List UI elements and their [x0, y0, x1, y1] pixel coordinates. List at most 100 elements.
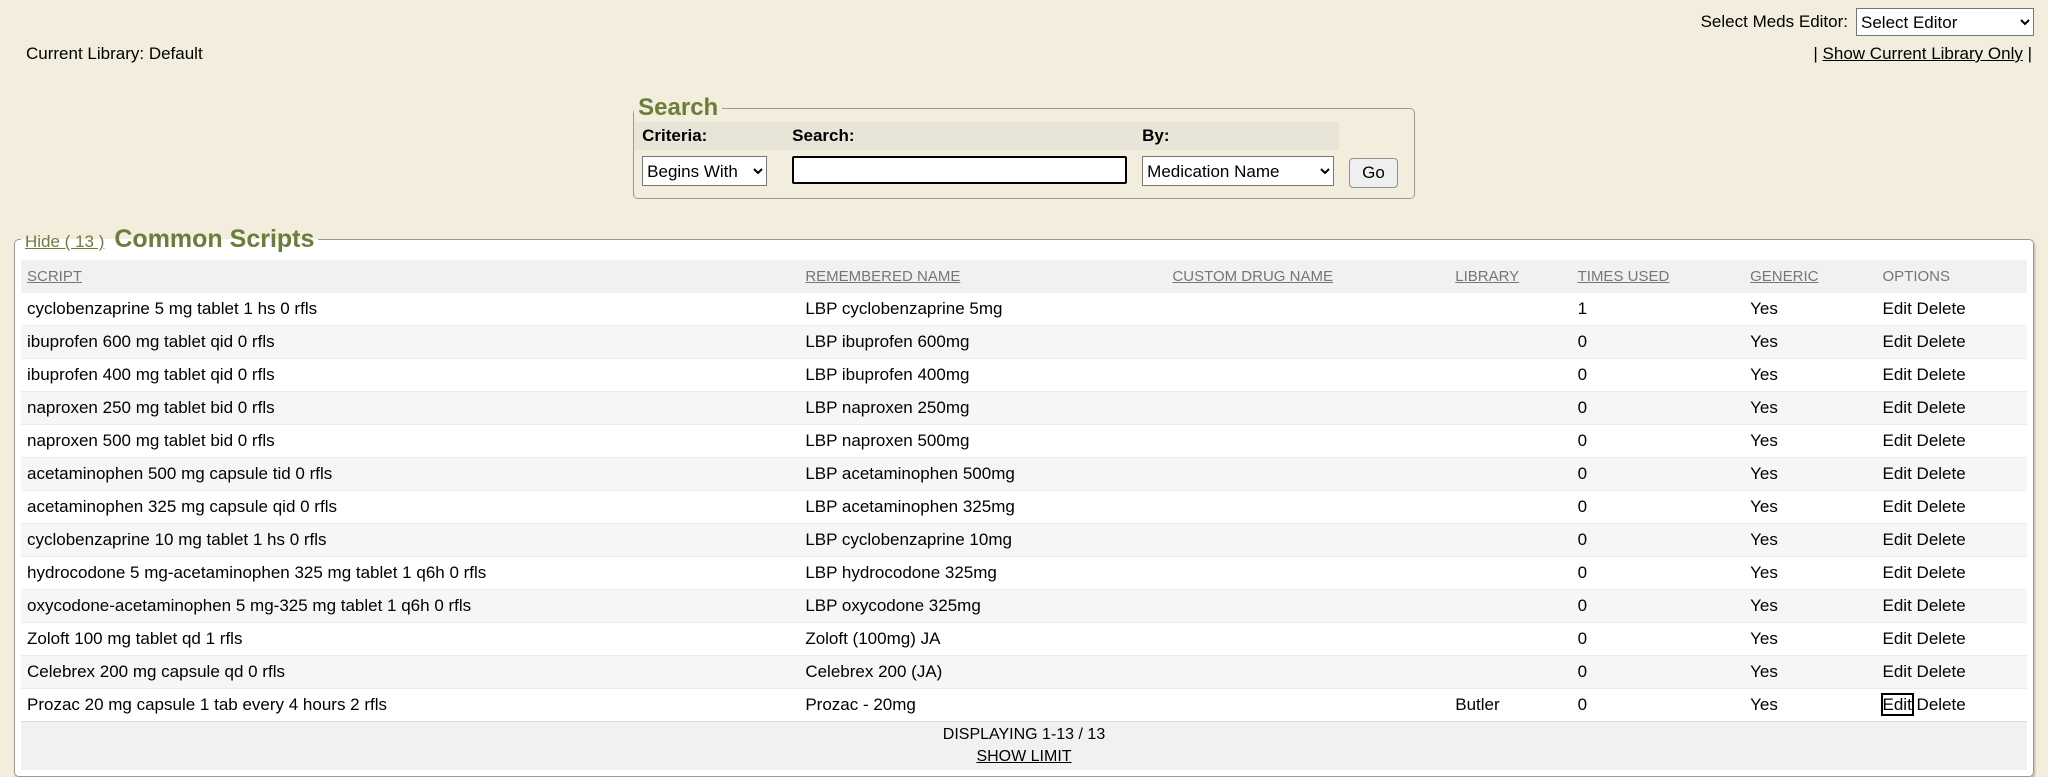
edit-link[interactable]: Edit — [1883, 398, 1912, 417]
cell-remembered-name: LBP ibuprofen 400mg — [799, 359, 1166, 392]
meds-editor-select[interactable]: Select Editor — [1856, 8, 2034, 36]
show-current-library-link[interactable]: Show Current Library Only — [1823, 44, 2023, 63]
delete-link[interactable]: Delete — [1917, 332, 1966, 351]
cell-times-used: 0 — [1572, 491, 1745, 524]
cell-generic: Yes — [1744, 557, 1876, 590]
cell-library — [1449, 458, 1571, 491]
cell-script: naproxen 500 mg tablet bid 0 rfls — [21, 425, 799, 458]
edit-link[interactable]: Edit — [1883, 497, 1912, 516]
edit-link[interactable]: Edit — [1883, 431, 1912, 450]
cell-options: Edit Delete — [1877, 425, 2027, 458]
cell-generic: Yes — [1744, 491, 1876, 524]
cell-generic: Yes — [1744, 326, 1876, 359]
cell-options: Edit Delete — [1877, 590, 2027, 623]
delete-link[interactable]: Delete — [1917, 497, 1966, 516]
go-button[interactable]: Go — [1349, 158, 1398, 188]
edit-link[interactable]: Edit — [1883, 662, 1912, 681]
delete-link[interactable]: Delete — [1917, 596, 1966, 615]
cell-custom-drug-name — [1166, 623, 1449, 656]
sort-link-times-used[interactable]: TIMES USED — [1578, 268, 1670, 285]
go-label-spacer — [1339, 122, 1406, 150]
cell-script: Zoloft 100 mg tablet qd 1 rfls — [21, 623, 799, 656]
cell-remembered-name: LBP cyclobenzaprine 5mg — [799, 293, 1166, 326]
search-form: Criteria: Search: By: Begins With Medica… — [634, 122, 1406, 190]
edit-link[interactable]: Edit — [1883, 596, 1912, 615]
delete-link[interactable]: Delete — [1917, 695, 1966, 714]
cell-script: Prozac 20 mg capsule 1 tab every 4 hours… — [21, 689, 799, 722]
delete-link[interactable]: Delete — [1917, 365, 1966, 384]
cell-library — [1449, 326, 1571, 359]
show-limit-link[interactable]: SHOW LIMIT — [976, 748, 1071, 765]
cell-options: Edit Delete — [1877, 491, 2027, 524]
hide-link[interactable]: Hide ( 13 ) — [25, 232, 104, 251]
criteria-select[interactable]: Begins With — [642, 156, 767, 186]
by-cell: Medication Name — [1134, 150, 1339, 190]
cell-remembered-name: LBP naproxen 250mg — [799, 392, 1166, 425]
edit-link[interactable]: Edit — [1883, 629, 1912, 648]
cell-remembered-name: LBP ibuprofen 600mg — [799, 326, 1166, 359]
cell-custom-drug-name — [1166, 359, 1449, 392]
cell-script: ibuprofen 400 mg tablet qid 0 rfls — [21, 359, 799, 392]
cell-options: Edit Delete — [1877, 326, 2027, 359]
delete-link[interactable]: Delete — [1917, 464, 1966, 483]
edit-link[interactable]: Edit — [1883, 563, 1912, 582]
search-input[interactable] — [792, 156, 1127, 184]
cell-times-used: 0 — [1572, 326, 1745, 359]
cell-generic: Yes — [1744, 392, 1876, 425]
cell-custom-drug-name — [1166, 590, 1449, 623]
cell-options: Edit Delete — [1877, 524, 2027, 557]
edit-link[interactable]: Edit — [1883, 332, 1912, 351]
edit-link[interactable]: Edit — [1883, 695, 1912, 714]
sort-link-library[interactable]: LIBRARY — [1455, 268, 1519, 285]
delete-link[interactable]: Delete — [1917, 398, 1966, 417]
cell-library — [1449, 392, 1571, 425]
by-label: By: — [1134, 122, 1339, 150]
cell-times-used: 0 — [1572, 425, 1745, 458]
sort-link-script[interactable]: SCRIPT — [27, 268, 82, 285]
cell-custom-drug-name — [1166, 425, 1449, 458]
cell-generic: Yes — [1744, 359, 1876, 392]
cell-remembered-name: LBP cyclobenzaprine 10mg — [799, 524, 1166, 557]
cell-times-used: 1 — [1572, 293, 1745, 326]
cell-times-used: 0 — [1572, 590, 1745, 623]
column-header-times-used: TIMES USED — [1572, 260, 1745, 293]
sort-link-remembered-name[interactable]: REMEMBERED NAME — [805, 268, 960, 285]
cell-library — [1449, 623, 1571, 656]
table-row: oxycodone-acetaminophen 5 mg-325 mg tabl… — [21, 590, 2027, 623]
edit-link[interactable]: Edit — [1883, 365, 1912, 384]
table-body: cyclobenzaprine 5 mg tablet 1 hs 0 rflsL… — [21, 293, 2027, 722]
column-header-remembered-name: REMEMBERED NAME — [799, 260, 1166, 293]
column-header-library: LIBRARY — [1449, 260, 1571, 293]
cell-library — [1449, 491, 1571, 524]
library-row: Current Library: Default | Show Current … — [0, 44, 2048, 64]
cell-script: acetaminophen 325 mg capsule qid 0 rfls — [21, 491, 799, 524]
edit-link[interactable]: Edit — [1883, 530, 1912, 549]
table-row: acetaminophen 325 mg capsule qid 0 rflsL… — [21, 491, 2027, 524]
cell-script: oxycodone-acetaminophen 5 mg-325 mg tabl… — [21, 590, 799, 623]
cell-remembered-name: LBP naproxen 500mg — [799, 425, 1166, 458]
delete-link[interactable]: Delete — [1917, 299, 1966, 318]
cell-generic: Yes — [1744, 689, 1876, 722]
search-fieldset: Search Criteria: Search: By: Begins With… — [633, 94, 1415, 199]
meds-editor-row: Select Meds Editor: Select Editor — [0, 8, 2048, 36]
sort-link-generic[interactable]: GENERIC — [1750, 268, 1818, 285]
table-row: Prozac 20 mg capsule 1 tab every 4 hours… — [21, 689, 2027, 722]
cell-options: Edit Delete — [1877, 557, 2027, 590]
edit-link[interactable]: Edit — [1883, 299, 1912, 318]
delete-link[interactable]: Delete — [1917, 563, 1966, 582]
by-select[interactable]: Medication Name — [1142, 156, 1334, 186]
sort-link-custom-drug-name[interactable]: CUSTOM DRUG NAME — [1172, 268, 1333, 285]
cell-library — [1449, 557, 1571, 590]
pipe-right: | — [2023, 44, 2032, 63]
delete-link[interactable]: Delete — [1917, 662, 1966, 681]
delete-link[interactable]: Delete — [1917, 629, 1966, 648]
delete-link[interactable]: Delete — [1917, 530, 1966, 549]
search-legend: Search — [634, 94, 722, 122]
criteria-label: Criteria: — [634, 122, 784, 150]
cell-options: Edit Delete — [1877, 392, 2027, 425]
delete-link[interactable]: Delete — [1917, 431, 1966, 450]
top-bar: Select Meds Editor: Select Editor Curren… — [0, 0, 2048, 64]
table-row: cyclobenzaprine 10 mg tablet 1 hs 0 rfls… — [21, 524, 2027, 557]
edit-link[interactable]: Edit — [1883, 464, 1912, 483]
cell-times-used: 0 — [1572, 557, 1745, 590]
